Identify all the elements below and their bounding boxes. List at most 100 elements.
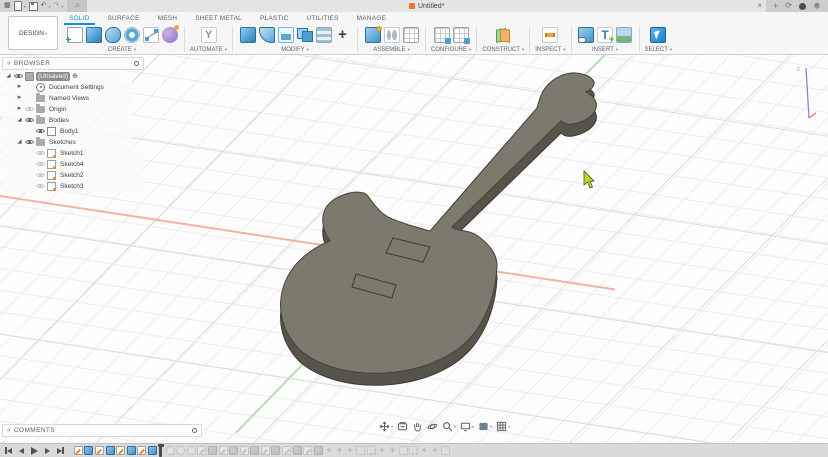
home-tab[interactable]: ⌂	[67, 0, 87, 12]
expander-icon[interactable]	[16, 104, 23, 114]
modify-menu[interactable]: MODIFY▾	[281, 47, 309, 53]
timeline-extrude-feature[interactable]	[148, 446, 157, 455]
timeline-body-feature[interactable]	[356, 446, 365, 455]
save-icon[interactable]	[29, 2, 38, 11]
orbit-icon[interactable]	[426, 420, 439, 433]
browser-row[interactable]: Named Views ⊕	[2, 93, 132, 104]
browser-row[interactable]: (Unsaved) ⊕	[2, 71, 121, 82]
browser-row[interactable]: Sketch3 ⊕	[2, 181, 143, 192]
collapse-panel-icon[interactable]: «	[7, 59, 11, 69]
revolve-icon[interactable]	[124, 27, 140, 43]
expander-icon[interactable]	[16, 137, 23, 147]
play-button[interactable]	[29, 445, 40, 456]
undo-icon[interactable]: ↶	[41, 0, 47, 12]
timeline-extrude-feature[interactable]	[314, 446, 323, 455]
panel-options-icon[interactable]	[192, 428, 197, 433]
zoom-icon[interactable]: ▾	[441, 420, 457, 433]
configure-menu[interactable]: CONFIGURE▾	[431, 47, 471, 53]
visibility-eye-icon[interactable]	[36, 127, 45, 136]
tab-solid[interactable]: SOLID	[60, 15, 99, 25]
timeline-pattern-feature[interactable]	[367, 446, 376, 455]
timeline-extrude-feature[interactable]	[127, 446, 136, 455]
app-launcher-icon[interactable]: ▦	[4, 0, 11, 12]
timeline-body-feature[interactable]	[399, 446, 408, 455]
node-label[interactable]: Sketch1	[58, 149, 86, 158]
visibility-eye-icon[interactable]	[25, 116, 34, 125]
node-label[interactable]: Sketches	[47, 138, 78, 147]
timeline-sketch-feature[interactable]	[261, 446, 270, 455]
fillet-icon[interactable]	[259, 27, 275, 43]
construct-plane-icon[interactable]	[495, 27, 511, 43]
browser-row[interactable]: Sketch4 ⊕	[2, 159, 143, 170]
automate-icon[interactable]	[201, 27, 217, 43]
dropdown-caret-icon[interactable]: ▾	[472, 424, 474, 429]
node-label[interactable]: Body1	[58, 127, 80, 136]
redo-icon[interactable]: ↷	[54, 0, 60, 12]
timeline-circle-feature[interactable]	[176, 446, 185, 455]
timeline-extrude-feature[interactable]	[106, 446, 115, 455]
browser-row[interactable]: Document Settings ⊕	[2, 82, 132, 93]
press-pull-icon[interactable]	[240, 27, 256, 43]
construct-menu[interactable]: CONSTRUCT▾	[482, 47, 524, 53]
workspace-selector[interactable]: DESIGN ▾	[8, 16, 58, 50]
timeline-body-feature[interactable]	[441, 446, 450, 455]
rigid-group-icon[interactable]	[403, 27, 419, 43]
timeline-extrude-feature[interactable]	[84, 446, 93, 455]
timeline-extrude-feature[interactable]	[293, 446, 302, 455]
timeline-circle-feature[interactable]	[187, 446, 196, 455]
configuration-table-icon[interactable]	[453, 27, 469, 43]
step-back-button[interactable]	[16, 445, 27, 456]
node-label[interactable]: Sketch4	[58, 160, 86, 169]
viewport-3d[interactable]: z « BROWSER (Unsaved) ⊕	[0, 55, 828, 443]
document-tab[interactable]: Untitled* ×	[87, 0, 766, 12]
panel-options-icon[interactable]	[134, 61, 139, 66]
insert-element-icon[interactable]	[597, 27, 613, 43]
automate-menu[interactable]: AUTOMATE▾	[190, 47, 227, 53]
timeline-move-feature[interactable]	[377, 446, 386, 455]
node-label[interactable]: Origin	[47, 105, 68, 114]
insert-derive-icon[interactable]	[578, 27, 594, 43]
create-menu[interactable]: CREATE▾	[108, 47, 136, 53]
split-body-icon[interactable]	[316, 27, 332, 43]
tab-sheet-metal[interactable]: SHEET METAL	[186, 15, 251, 25]
dropdown-caret-icon[interactable]: ▾	[24, 4, 26, 9]
go-to-end-button[interactable]	[55, 445, 66, 456]
visibility-eye-icon[interactable]	[36, 149, 45, 158]
browser-row[interactable]: Origin ⊕	[2, 104, 132, 115]
collapse-panel-icon[interactable]: «	[7, 426, 11, 436]
create-sketch-icon[interactable]	[67, 27, 83, 43]
node-label[interactable]: Sketch2	[58, 171, 86, 180]
visibility-eye-icon[interactable]	[36, 171, 45, 180]
configure-icon[interactable]	[434, 27, 450, 43]
timeline-extrude-feature[interactable]	[229, 446, 238, 455]
timeline-sketch-feature[interactable]	[240, 446, 249, 455]
go-to-start-button[interactable]	[3, 445, 14, 456]
timeline-move-feature[interactable]	[346, 446, 355, 455]
comments-header[interactable]: « COMMENTS	[2, 424, 202, 437]
browser-header[interactable]: « BROWSER	[2, 57, 144, 70]
create-form-icon[interactable]	[162, 27, 178, 43]
expander-icon[interactable]	[16, 115, 23, 125]
visibility-eye-icon[interactable]	[25, 138, 34, 147]
display-settings-icon[interactable]: ▾	[477, 420, 493, 433]
timeline-sketch-feature[interactable]	[303, 446, 312, 455]
timeline-circle-feature[interactable]	[166, 446, 175, 455]
expander-icon[interactable]	[5, 71, 12, 81]
node-label[interactable]: Document Settings	[47, 83, 106, 92]
sync-status-icon[interactable]: ⟳	[785, 0, 792, 12]
select-menu[interactable]: SELECT▾	[645, 47, 673, 53]
dropdown-caret-icon[interactable]: ▾	[391, 424, 393, 429]
browser-row[interactable]: Body1 ⊕	[2, 126, 143, 137]
timeline-pattern-feature[interactable]	[409, 446, 418, 455]
guitar-top-face[interactable]	[281, 73, 597, 373]
tab-mesh[interactable]: MESH	[149, 15, 187, 25]
node-label[interactable]: Sketch3	[58, 182, 86, 191]
timeline-move-feature[interactable]	[335, 446, 344, 455]
tab-surface[interactable]: SURFACE	[99, 15, 149, 25]
pipe-icon[interactable]	[143, 27, 159, 43]
dropdown-caret-icon[interactable]: ▾	[454, 424, 456, 429]
new-component-icon[interactable]	[365, 27, 381, 43]
tab-manage[interactable]: MANAGE	[348, 15, 395, 25]
browser-row[interactable]: Sketch1 ⊕	[2, 148, 143, 159]
visibility-eye-icon[interactable]	[36, 182, 45, 191]
